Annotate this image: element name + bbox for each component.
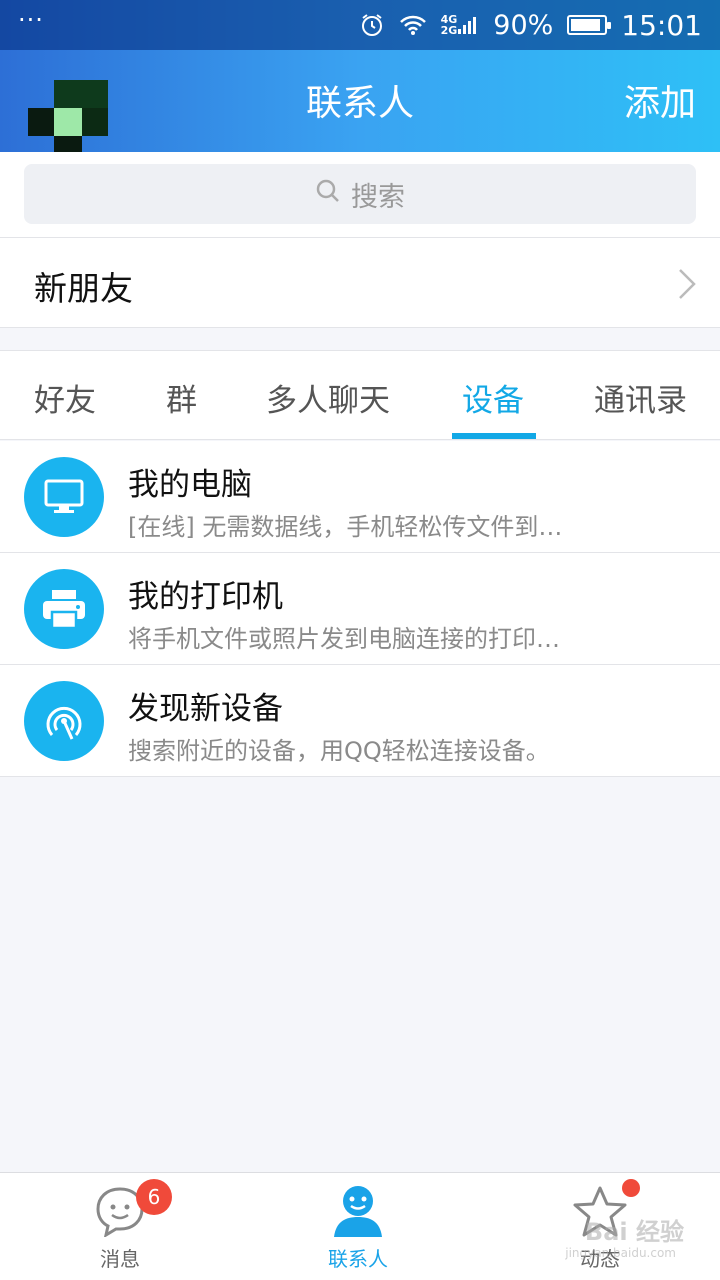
search-input[interactable]: 搜索 xyxy=(24,164,696,224)
search-section: 搜索 xyxy=(0,152,720,238)
device-title: 我的电脑 xyxy=(128,467,252,503)
battery-percent: 90% xyxy=(493,9,554,41)
wifi-icon xyxy=(399,14,427,36)
status-bar: ··· 4G 2G 90% 15:01 xyxy=(0,0,720,50)
watermark-text: Bai 经验 xyxy=(584,1218,684,1246)
new-friends-item[interactable]: 新朋友 xyxy=(0,238,720,328)
network-2g: 2G xyxy=(440,24,458,37)
tab-devices[interactable]: 设备 xyxy=(462,375,524,420)
new-friends-label: 新朋友 xyxy=(34,269,133,308)
nav-label: 联系人 xyxy=(328,1247,388,1271)
tab-multi-chat[interactable]: 多人聊天 xyxy=(266,375,390,420)
device-title: 我的打印机 xyxy=(128,579,283,615)
tab-groups[interactable]: 群 xyxy=(166,375,197,420)
chevron-right-icon xyxy=(678,268,696,304)
device-list: 我的电脑 [在线] 无需数据线，手机轻松传文件到… 我的打印机 将手机文件或照片… xyxy=(0,441,720,777)
unread-badge: 6 xyxy=(136,1179,172,1215)
device-subtitle: 将手机文件或照片发到电脑连接的打印… xyxy=(128,625,560,653)
radar-icon xyxy=(24,681,104,761)
list-item-my-computer[interactable]: 我的电脑 [在线] 无需数据线，手机轻松传文件到… xyxy=(0,441,720,553)
device-subtitle: [在线] 无需数据线，手机轻松传文件到… xyxy=(128,513,563,541)
active-tab-indicator xyxy=(452,433,536,439)
app-header: ··· 4G 2G 90% 15:01 联系人 添加 xyxy=(0,0,720,162)
clock: 15:01 xyxy=(621,8,702,42)
nav-messages[interactable]: 6 消息 xyxy=(50,1173,190,1280)
person-icon xyxy=(330,1183,386,1243)
monitor-icon xyxy=(24,457,104,537)
device-title: 发现新设备 xyxy=(128,691,283,727)
tab-address-book[interactable]: 通讯录 xyxy=(594,375,687,420)
battery-icon xyxy=(567,15,612,35)
list-item-my-printer[interactable]: 我的打印机 将手机文件或照片发到电脑连接的打印… xyxy=(0,553,720,665)
tab-friends[interactable]: 好友 xyxy=(34,375,96,420)
page-title: 联系人 xyxy=(305,83,414,124)
search-icon xyxy=(315,178,341,211)
add-button[interactable]: 添加 xyxy=(624,74,696,126)
nav-contacts[interactable]: 联系人 xyxy=(288,1173,428,1280)
status-dots: ··· xyxy=(18,6,44,34)
nav-label: 消息 xyxy=(100,1247,140,1271)
list-item-discover-devices[interactable]: 发现新设备 搜索附近的设备，用QQ轻松连接设备。 xyxy=(0,665,720,777)
watermark-url: jingyan.baidu.com xyxy=(565,1246,676,1260)
contact-tabs: 好友 群 多人聊天 设备 通讯录 xyxy=(0,350,720,440)
alarm-icon xyxy=(359,12,385,38)
device-subtitle: 搜索附近的设备，用QQ轻松连接设备。 xyxy=(128,737,550,765)
notification-dot xyxy=(622,1179,640,1197)
search-placeholder: 搜索 xyxy=(351,181,405,213)
printer-icon xyxy=(24,569,104,649)
cellular-icon: 4G 2G xyxy=(441,14,480,36)
